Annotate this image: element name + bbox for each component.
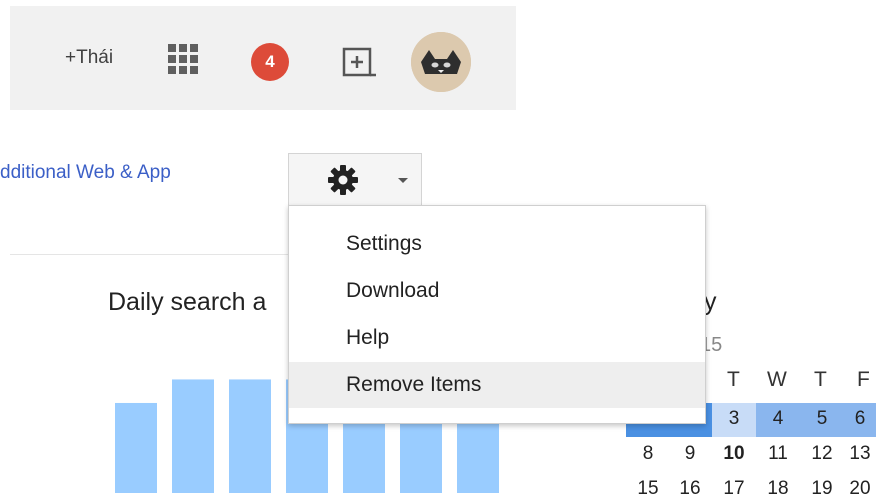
calendar-day[interactable]: 12 [800,443,844,465]
calendar-day[interactable]: 15 [626,478,670,500]
weekday-header: T [814,368,827,391]
share-plus-icon[interactable] [340,45,376,81]
weekday-header: F [857,368,870,391]
calendar-day[interactable]: 8 [626,443,670,465]
calendar-day[interactable]: 19 [800,478,844,500]
calendar-day[interactable]: 16 [668,478,712,500]
settings-dropdown-menu: Settings Download Help Remove Items [288,205,706,424]
web-app-activity-link[interactable]: dditional Web & App [0,162,171,184]
calendar-day[interactable]: 18 [756,478,800,500]
menu-item-remove-items[interactable]: Remove Items [289,362,705,408]
chart-bar [229,379,271,493]
weekday-header: T [727,368,740,391]
calendar-day[interactable]: 11 [756,443,800,465]
calendar-day[interactable]: 4 [756,408,800,430]
daily-search-title: Daily search a [108,288,267,316]
chevron-down-icon [398,178,408,183]
avatar[interactable] [411,32,471,92]
cat-avatar-image [411,32,471,92]
calendar-day[interactable]: 5 [800,408,844,430]
chart-bar [115,402,157,493]
chart-bar [172,379,214,493]
menu-item-settings[interactable]: Settings [289,221,705,267]
menu-item-download[interactable]: Download [289,268,705,314]
weekday-header: W [767,368,787,391]
calendar-day[interactable]: 20 [844,478,876,500]
apps-grid-icon[interactable] [168,44,202,78]
plus-user-link[interactable]: +Thái [65,47,113,69]
calendar-day[interactable]: 6 [844,408,876,430]
calendar-day-today[interactable]: 10 [712,443,756,465]
section-divider [10,254,290,255]
top-app-bar: +Thái 4 [10,6,516,110]
settings-gear-button[interactable] [288,153,422,205]
notifications-badge[interactable]: 4 [251,43,289,81]
calendar-day[interactable]: 3 [712,408,756,430]
calendar-day[interactable]: 9 [668,443,712,465]
gear-icon [328,165,358,195]
calendar-day[interactable]: 13 [844,443,876,465]
menu-item-help[interactable]: Help [289,315,705,361]
calendar-day[interactable]: 17 [712,478,756,500]
